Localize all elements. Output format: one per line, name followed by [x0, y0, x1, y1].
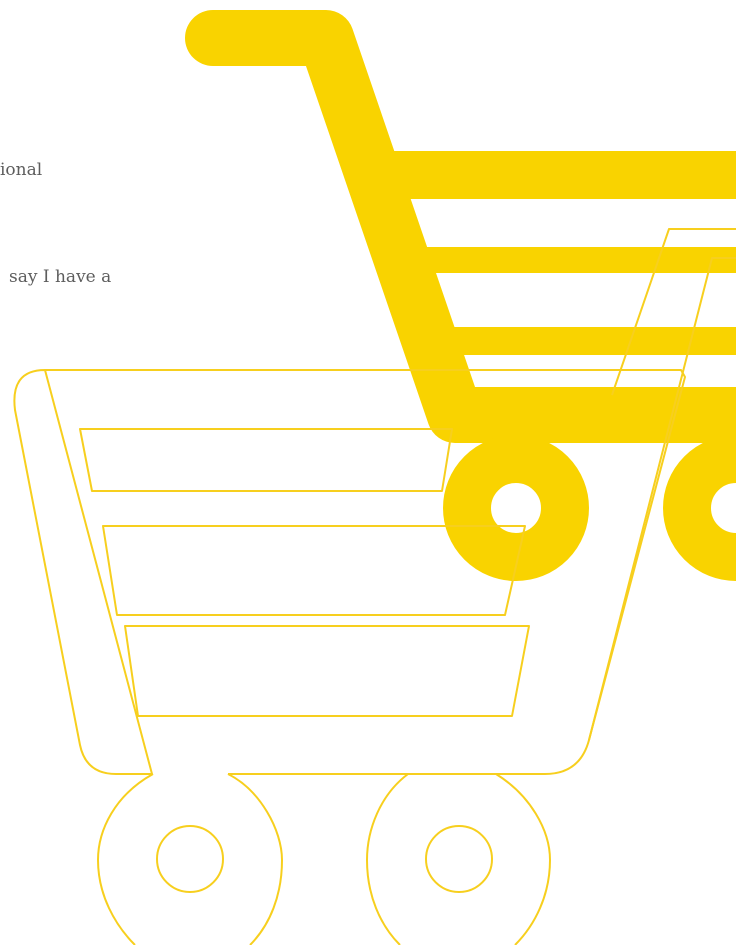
page: ional say I have a: [0, 0, 736, 945]
shopping-cart-illustration: [13, 10, 736, 945]
cart-outline-wheel-right-rim: [366, 773, 551, 945]
cart-outline-wheel-left-hub: [156, 825, 224, 893]
cart-outline-basket-row-3: [124, 625, 530, 717]
cart-outline-wheel-left-rim: [97, 773, 283, 945]
cart-handle: [185, 10, 736, 443]
cart-outline-wheel-right-hub: [425, 825, 493, 893]
cart-wheel-left: [443, 435, 589, 581]
cart-outline-basket-row-1: [79, 428, 453, 492]
cart-wheel-right: [663, 435, 736, 581]
